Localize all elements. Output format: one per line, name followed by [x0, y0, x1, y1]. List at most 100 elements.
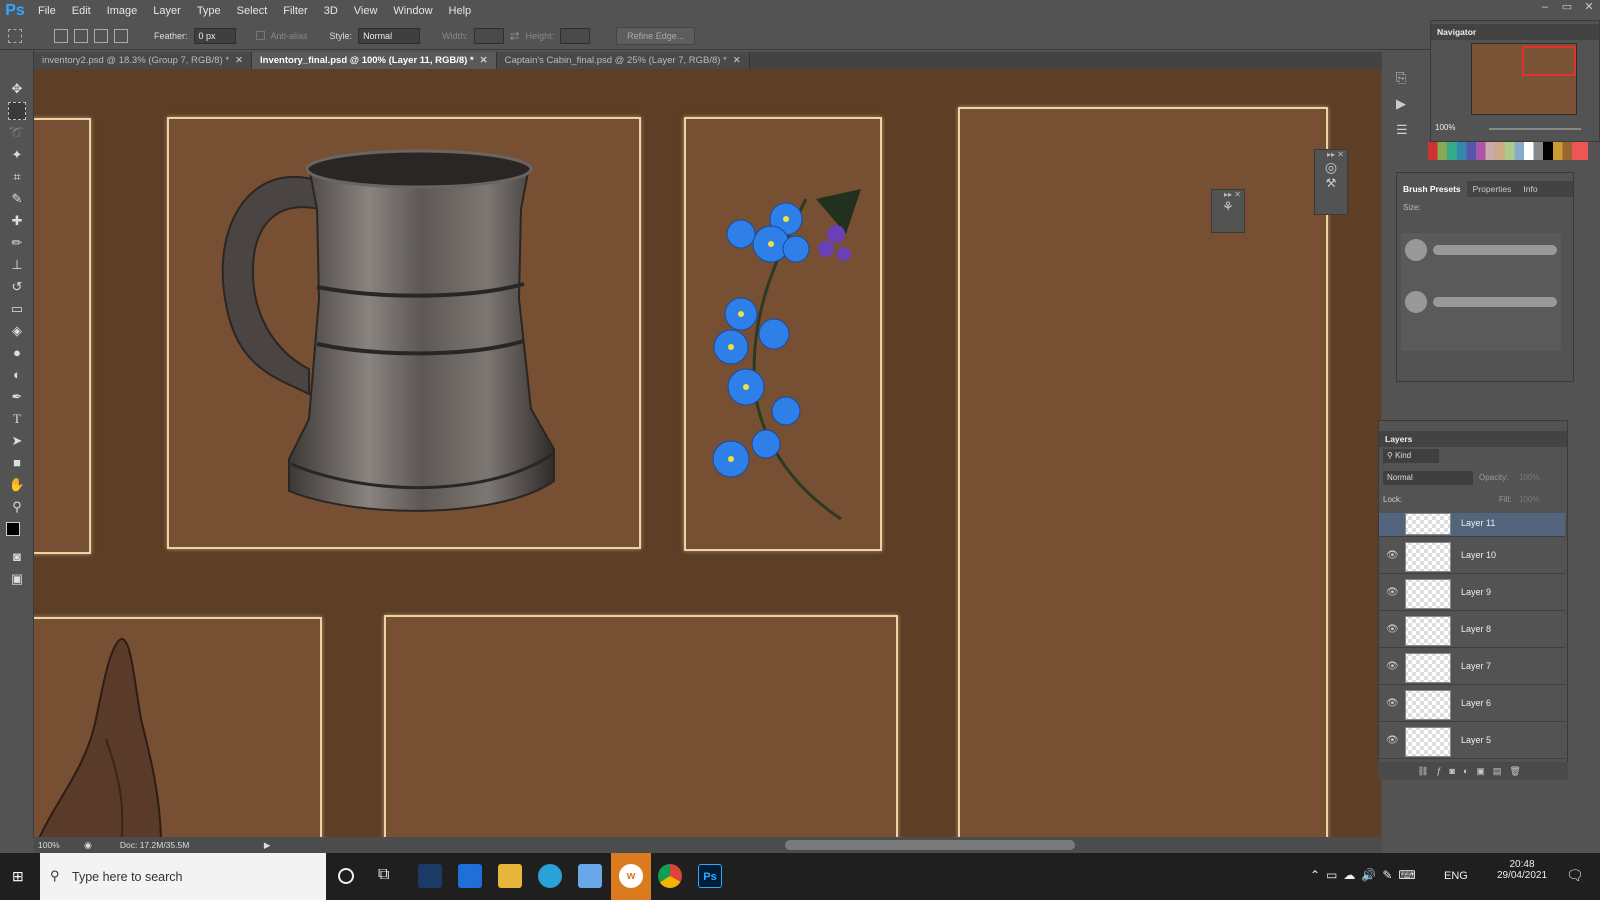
intersect-selection-icon[interactable]: [114, 28, 128, 43]
move-tool-icon[interactable]: ✥: [8, 80, 26, 98]
type-tool-icon[interactable]: T: [8, 410, 26, 428]
width-input[interactable]: [473, 27, 504, 44]
add-selection-icon[interactable]: [74, 28, 88, 43]
marquee-tool-icon[interactable]: [8, 28, 22, 43]
rectangle-tool-icon[interactable]: ■: [8, 454, 26, 472]
navigator-thumbnail[interactable]: [1471, 43, 1577, 115]
screen-mode-icon[interactable]: ▣: [8, 570, 26, 588]
edge-icon[interactable]: [538, 864, 562, 888]
navigator-view-box[interactable]: [1522, 46, 1576, 76]
tab-captains-cabin[interactable]: Captain's Cabin_final.psd @ 25% (Layer 7…: [496, 52, 750, 69]
photoshop-express-icon[interactable]: [418, 864, 442, 888]
opacity-value[interactable]: 100%: [1519, 473, 1539, 482]
blend-mode-select[interactable]: Normal: [1383, 471, 1473, 485]
photoshop-taskbar-icon[interactable]: Ps: [698, 864, 722, 888]
fill-value[interactable]: 100%: [1519, 495, 1539, 504]
visibility-eye-icon[interactable]: 👁: [1386, 735, 1399, 746]
style-select[interactable]: Normal: [358, 27, 421, 44]
document-canvas[interactable]: ▸▸ ✕ ◎ ⚒ ▸▸ ✕ ⚘: [34, 69, 1382, 837]
menu-select[interactable]: Select: [229, 0, 276, 22]
tab-brush-presets[interactable]: Brush Presets: [1397, 181, 1467, 197]
tab-inventory-final[interactable]: Inventory_final.psd @ 100% (Layer 11, RG…: [252, 52, 497, 69]
history-brush-icon[interactable]: ↺: [8, 278, 26, 296]
menu-layer[interactable]: Layer: [145, 0, 189, 22]
brush-preset-list[interactable]: [1401, 233, 1561, 351]
paragraph-icon[interactable]: ☰: [1396, 122, 1422, 138]
menu-view[interactable]: View: [346, 0, 386, 22]
feather-input[interactable]: 0 px: [193, 27, 236, 44]
clone-stamp-icon[interactable]: ⊥: [8, 256, 26, 274]
windows-start-icon[interactable]: ⊞: [12, 868, 28, 884]
floating-panel-dock[interactable]: ▸▸ ✕ ◎ ⚒: [1314, 149, 1348, 215]
subtract-selection-icon[interactable]: [94, 28, 108, 43]
minimize-button[interactable]: –: [1534, 0, 1556, 14]
swatches-panel[interactable]: [1428, 142, 1588, 160]
zoom-tool-icon[interactable]: ⚲: [8, 498, 26, 516]
brush-tip-icon[interactable]: [1405, 239, 1427, 261]
menu-help[interactable]: Help: [441, 0, 480, 22]
cortana-icon[interactable]: [338, 868, 354, 884]
notifications-icon[interactable]: 🗨: [1566, 867, 1584, 884]
paint-bucket-icon[interactable]: ◈: [8, 322, 26, 340]
taskbar-search-box[interactable]: ⚲ Type here to search: [40, 853, 326, 900]
layer-row-7[interactable]: 👁 Layer 7: [1379, 649, 1565, 685]
chrome-icon[interactable]: [658, 864, 682, 888]
brush-tool-icon[interactable]: ✏: [8, 234, 26, 252]
marquee-tool-icon[interactable]: [8, 102, 26, 120]
pen-tool-icon[interactable]: ✒: [8, 388, 26, 406]
zoom-level[interactable]: 100%: [38, 840, 74, 850]
layers-footer-toolbar[interactable]: ⛓ƒ◙◐▣▤🗑: [1378, 762, 1568, 780]
menu-type[interactable]: Type: [189, 0, 229, 22]
foreground-color-swatch[interactable]: [6, 522, 20, 536]
tab-inventory2[interactable]: inventory2.psd @ 18.3% (Group 7, RGB/8) …: [34, 52, 253, 69]
tab-info[interactable]: Info: [1517, 181, 1543, 197]
antialias-checkbox[interactable]: [255, 31, 265, 40]
menu-image[interactable]: Image: [99, 0, 146, 22]
layer-filter-kind[interactable]: ⚲ Kind: [1383, 449, 1439, 463]
layer-row-11[interactable]: Layer 11: [1379, 513, 1565, 537]
layer-row-6[interactable]: 👁 Layer 6: [1379, 686, 1565, 722]
close-tab-icon[interactable]: ✕: [235, 55, 243, 66]
clone-source-icon[interactable]: ⚘: [1212, 199, 1244, 215]
status-menu-arrow-icon[interactable]: ▶: [264, 840, 271, 851]
task-view-icon[interactable]: ⧉: [378, 866, 389, 884]
menu-edit[interactable]: Edit: [64, 0, 99, 22]
menu-3d[interactable]: 3D: [316, 0, 346, 22]
actions-play-icon[interactable]: ▶: [1396, 96, 1422, 112]
history-icon[interactable]: ⎘: [1396, 70, 1422, 86]
visibility-eye-icon[interactable]: 👁: [1386, 698, 1399, 709]
eyedropper-icon[interactable]: ✎: [8, 190, 26, 208]
visibility-eye-icon[interactable]: 👁: [1386, 661, 1399, 672]
color-wheel-icon[interactable]: ◎: [1315, 159, 1347, 176]
magic-wand-icon[interactable]: ✦: [8, 146, 26, 164]
close-button[interactable]: ✕: [1578, 0, 1600, 14]
path-selection-icon[interactable]: ➤: [8, 432, 26, 450]
menu-file[interactable]: File: [30, 0, 64, 22]
dodge-tool-icon[interactable]: ◐: [8, 366, 26, 384]
horizontal-scrollbar[interactable]: [785, 840, 1075, 850]
new-selection-icon[interactable]: [54, 28, 68, 43]
mail-icon[interactable]: [458, 864, 482, 888]
navigator-zoom-slider[interactable]: [1489, 128, 1581, 130]
layer-row-8[interactable]: 👁 Layer 8: [1379, 612, 1565, 648]
visibility-eye-icon[interactable]: 👁: [1386, 550, 1399, 561]
taskbar-active-app[interactable]: w: [611, 853, 651, 900]
clock[interactable]: 20:48 29/04/2021: [1490, 859, 1554, 881]
brush-tip-icon[interactable]: [1405, 291, 1427, 313]
layer-row-5[interactable]: 👁 Layer 5: [1379, 723, 1565, 759]
visibility-eye-icon[interactable]: 👁: [1386, 587, 1399, 598]
navigator-zoom[interactable]: 100%: [1435, 123, 1455, 132]
app-icon[interactable]: [578, 864, 602, 888]
close-tab-icon[interactable]: ✕: [733, 55, 741, 66]
menu-filter[interactable]: Filter: [275, 0, 315, 22]
refine-edge-button[interactable]: Refine Edge...: [616, 26, 696, 45]
layer-row-10[interactable]: 👁 Layer 10: [1379, 538, 1565, 574]
layer-row-9[interactable]: 👁 Layer 9: [1379, 575, 1565, 611]
tool-presets-icon[interactable]: ⚒: [1315, 176, 1347, 190]
height-input[interactable]: [560, 27, 591, 44]
quick-mask-icon[interactable]: ◙: [8, 548, 26, 566]
file-explorer-icon[interactable]: [498, 864, 522, 888]
restore-button[interactable]: ▭: [1556, 0, 1578, 14]
floating-panel-brush[interactable]: ▸▸ ✕ ⚘: [1211, 189, 1245, 233]
language-indicator[interactable]: ENG: [1444, 870, 1468, 882]
